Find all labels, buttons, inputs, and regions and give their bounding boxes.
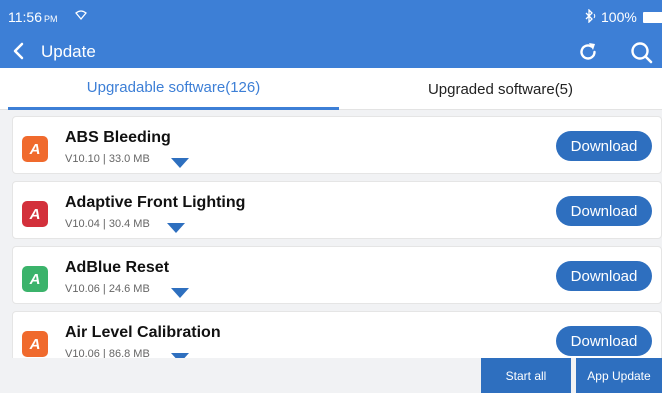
software-version-size: V10.06 | 24.6 MB <box>65 283 150 295</box>
software-name: ABS Bleeding <box>65 129 171 146</box>
download-button[interactable]: Download <box>556 131 652 161</box>
refresh-icon[interactable] <box>576 40 600 64</box>
software-item: A Adaptive Front Lighting V10.04 | 30.4 … <box>12 181 662 239</box>
start-all-button[interactable]: Start all <box>481 358 571 393</box>
page-title: Update <box>41 42 96 61</box>
software-version-size: V10.04 | 30.4 MB <box>65 218 150 230</box>
expand-dropdown-icon[interactable] <box>171 285 189 298</box>
search-icon[interactable] <box>629 40 655 66</box>
wifi-icon <box>75 10 87 23</box>
download-button[interactable]: Download <box>556 261 652 291</box>
software-name: AdBlue Reset <box>65 259 170 276</box>
expand-dropdown-icon[interactable] <box>171 155 189 168</box>
software-item: A Air Level Calibration V10.06 | 86.8 MB… <box>12 311 662 358</box>
software-name: Adaptive Front Lighting <box>65 194 246 211</box>
software-name: Air Level Calibration <box>65 324 221 341</box>
tab-upgraded[interactable]: Upgraded software(5) <box>339 68 662 110</box>
back-icon[interactable] <box>10 39 30 63</box>
status-time: 11:56 PM <box>8 9 58 25</box>
app-icon: A <box>22 201 48 227</box>
expand-dropdown-icon[interactable] <box>167 220 185 233</box>
battery-level: 100% <box>601 9 637 25</box>
app-header: 11:56 PM 100% Update <box>0 0 662 68</box>
tab-upgradable[interactable]: Upgradable software(126) <box>8 68 339 110</box>
app-icon: A <box>22 331 48 357</box>
download-button[interactable]: Download <box>556 196 652 226</box>
download-button[interactable]: Download <box>556 326 652 356</box>
software-list[interactable]: A ABS Bleeding V10.10 | 33.0 MB Download… <box>0 110 662 358</box>
software-version-size: V10.06 | 86.8 MB <box>65 348 150 358</box>
bluetooth-icon <box>583 8 597 26</box>
app-icon: A <box>22 136 48 162</box>
battery-icon <box>643 12 662 23</box>
software-item: A AdBlue Reset V10.06 | 24.6 MB Download <box>12 246 662 304</box>
tab-bar: Upgradable software(126) Upgraded softwa… <box>0 68 662 110</box>
software-version-size: V10.10 | 33.0 MB <box>65 153 150 165</box>
action-bar: Start all App Update <box>0 358 662 393</box>
status-clock: 11:56 <box>8 9 42 25</box>
app-icon: A <box>22 266 48 292</box>
software-item: A ABS Bleeding V10.10 | 33.0 MB Download <box>12 116 662 174</box>
app-update-button[interactable]: App Update <box>576 358 662 393</box>
status-ampm: PM <box>44 14 58 24</box>
expand-dropdown-icon[interactable] <box>171 350 189 358</box>
